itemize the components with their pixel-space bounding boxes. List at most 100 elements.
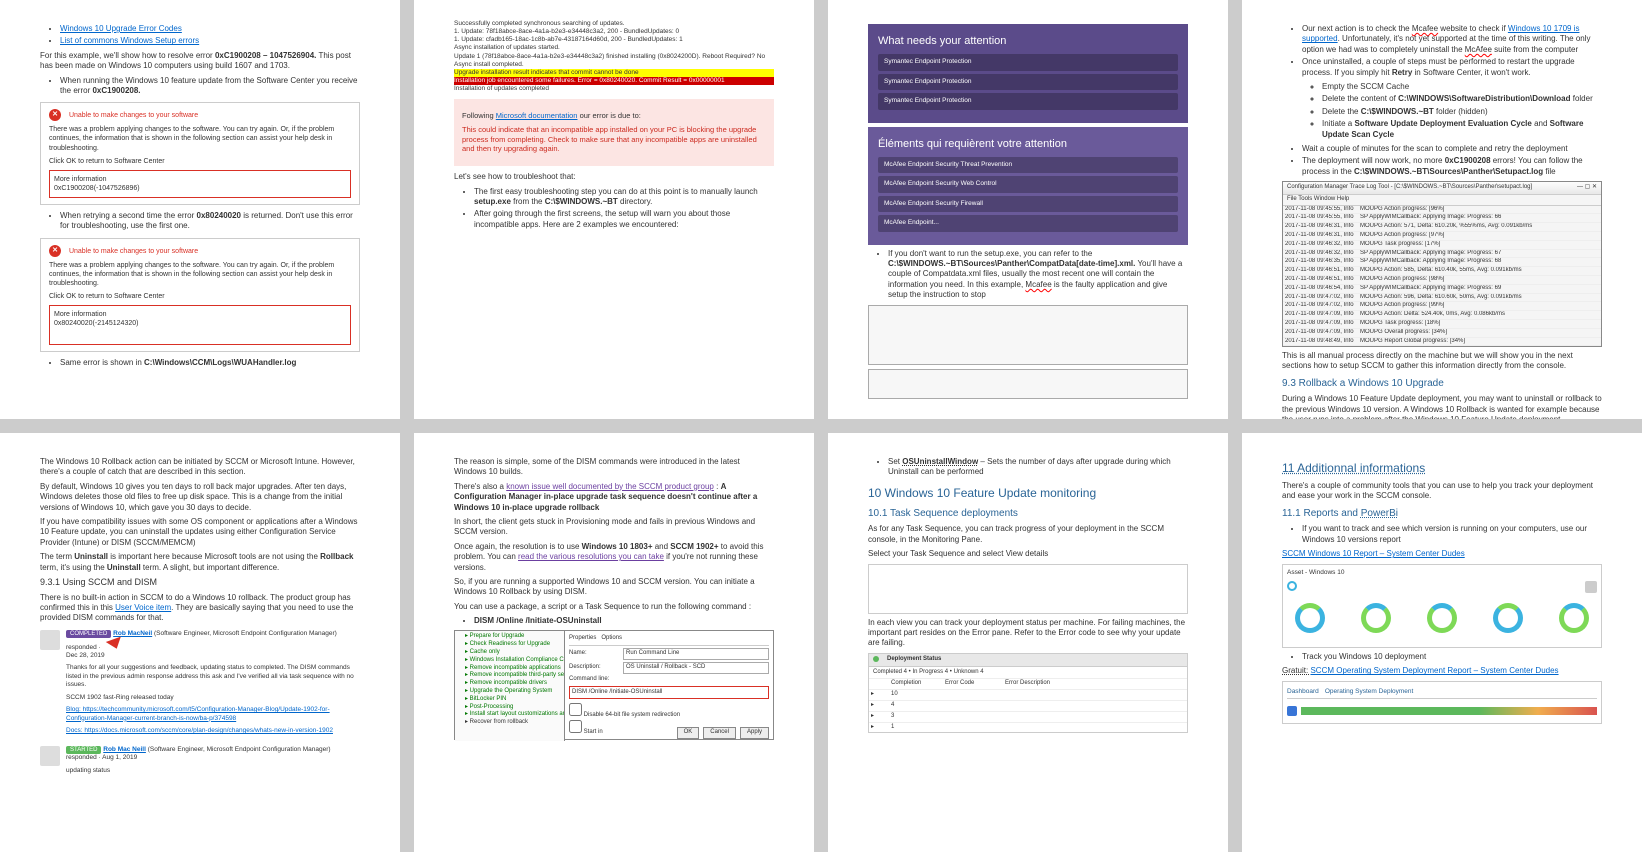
log-tool-body: 2017-11-08 09:45:55, InfoMOUPG Action pr… <box>1283 206 1601 346</box>
ts-tree-item[interactable]: ▸ Prepare for Upgrade <box>457 633 562 641</box>
ts-tree-item[interactable]: ▸ Remove incompatible applications <box>457 665 562 673</box>
attention-item: McAfee Endpoint Security Firewall <box>878 196 1178 212</box>
dism-reason: The reason is simple, some of the DISM c… <box>454 457 774 478</box>
resolutions-link[interactable]: read the various resolutions you can tak… <box>518 552 664 561</box>
log-tool-menu[interactable]: File Tools Window Help <box>1283 195 1601 206</box>
intro-text: For this example, we'll show how to reso… <box>40 51 360 72</box>
provisioning-note: In short, the client gets stuck in Provi… <box>454 517 774 538</box>
dash-tab-osd[interactable]: Operating System Deployment <box>1325 688 1414 696</box>
heading-11-1: 11.1 Reports and PowerBi <box>1282 507 1602 520</box>
ts-apply-button[interactable]: Apply <box>740 727 769 739</box>
powerbi-dashboard-2: Dashboard Operating System Deployment <box>1282 681 1602 724</box>
dash-title: Asset - Windows 10 <box>1287 569 1597 577</box>
attention-title-en: What needs your attention <box>878 34 1178 48</box>
ts-desc-field[interactable]: OS Uninstall / Rollback - SCD <box>623 662 769 674</box>
avatar <box>40 630 60 650</box>
xml-preview-2 <box>868 369 1188 399</box>
ts-tree-item[interactable]: ▸ Check Readiness for Upgrade <box>457 641 562 649</box>
log-block: Successfully completed synchronous searc… <box>454 20 774 93</box>
heading-11: 11 Additionnal informations <box>1282 461 1602 477</box>
bullet-restart-steps: Once uninstalled, a couple of steps must… <box>1302 57 1602 140</box>
heading-10: 10 Windows 10 Feature Update monitoring <box>868 486 1188 502</box>
log-tool-title: Configuration Manager Trace Log Tool - [… <box>1287 184 1532 192</box>
red-arrow-icon <box>105 636 123 651</box>
ts-ok-button[interactable]: OK <box>677 727 700 739</box>
attention-item: Symantec Endpoint Protection <box>878 93 1178 109</box>
page-4: Our next action is to check the Mcafee w… <box>1242 0 1642 419</box>
ts-cmd-field[interactable]: DISM /Online /Initiate-OSUninstall <box>572 689 766 697</box>
bullet-same-error: Same error is shown in C:\Windows\CCM\Lo… <box>60 358 360 368</box>
ts-tree-item[interactable]: ▸ Recover from rollback <box>457 719 562 727</box>
attention-item: McAfee Endpoint Security Threat Preventi… <box>878 157 1178 173</box>
ts-tree-item[interactable]: ▸ Cache only <box>457 649 562 657</box>
bullet-win10-report: If you want to track and see which versi… <box>1302 524 1602 545</box>
ms-documentation-link[interactable]: Microsoft documentation <box>496 111 578 120</box>
ts-tree-item[interactable]: ▸ BitLocker PIN <box>457 696 562 704</box>
donut-chart <box>1559 603 1589 633</box>
window-controls[interactable]: — ▢ ✕ <box>1577 184 1597 192</box>
author-link-2[interactable]: Rob Mac Neill <box>103 746 146 753</box>
ts-properties: Properties Options Name:Run Command Line… <box>565 631 773 741</box>
powerbi-dashboard-1: Asset - Windows 10 <box>1282 564 1602 648</box>
link-common-setup-errors[interactable]: List of commons Windows Setup errors <box>60 36 199 45</box>
known-issue: There's also a known issue well document… <box>454 482 774 513</box>
ts-tree-item[interactable]: ▸ Remove incompatible third-party securi… <box>457 672 562 680</box>
ts-tree[interactable]: ▸ Prepare for Upgrade▸ Check Readiness f… <box>455 631 565 741</box>
attention-item: Symantec Endpoint Protection <box>878 74 1178 90</box>
ts-tree-item[interactable]: ▸ Install start layout customizations an… <box>457 711 562 719</box>
win10-report-link[interactable]: SCCM Windows 10 Report – System Center D… <box>1282 549 1465 558</box>
error-icon: ✕ <box>49 109 61 121</box>
status-tabs[interactable]: Completed 4 • In Progress 4 • Unknown 4 <box>869 666 1187 679</box>
deployment-status-table: Deployment Status Completed 4 • In Progr… <box>868 653 1188 734</box>
post-date: Dec 28, 2019 <box>66 652 360 660</box>
post-body-2: updating status <box>66 767 360 775</box>
page-3: What needs your attention Symantec Endpo… <box>828 0 1228 419</box>
ts-cancel-button[interactable]: Cancel <box>703 727 736 739</box>
toolbar-icon[interactable] <box>1585 581 1597 593</box>
more-info-label-2: More information <box>54 310 346 319</box>
page-6: The reason is simple, some of the DISM c… <box>414 433 814 852</box>
status-title: Deployment Status <box>887 656 941 664</box>
refresh-icon[interactable] <box>1287 581 1297 591</box>
sub-delete-download: Delete the content of C:\WINDOWS\Softwar… <box>1322 94 1602 104</box>
chart-icon <box>1287 706 1297 716</box>
error-more-info-box-2: More information 0x80240020(-2145124320) <box>49 305 351 345</box>
post-body: Thanks for all your suggestions and feed… <box>66 664 360 689</box>
error-title: Unable to make changes to your software <box>69 112 198 119</box>
forum-post-2: STARTED Rob Mac Neill (Software Engineer… <box>40 746 360 780</box>
error-desc: There was a problem applying changes to … <box>49 125 351 152</box>
ts-tree-item[interactable]: ▸ Windows Installation Compliance Checke… <box>457 657 562 665</box>
osd-report-link[interactable]: SCCM Operating System Deployment Report … <box>1310 666 1558 675</box>
user-voice-link[interactable]: User Voice item <box>115 603 171 612</box>
page-1: Windows 10 Upgrade Error Codes List of c… <box>0 0 400 419</box>
ts-name-field[interactable]: Run Command Line <box>623 648 769 660</box>
ts-tree-item[interactable]: ▸ Upgrade the Operating System <box>457 688 562 696</box>
error-code-value: 0xC1900208(-1047526896) <box>54 184 346 193</box>
ts-checkbox-2[interactable] <box>569 720 582 733</box>
heading-9-3: 9.3 Rollback a Windows 10 Upgrade <box>1282 377 1602 390</box>
author-link[interactable]: Rob MacNeil <box>113 630 152 637</box>
lets-troubleshoot: Let's see how to troubleshoot that: <box>454 172 774 182</box>
ts-overview-table <box>868 564 1188 614</box>
attention-title-fr: Éléments qui requièrent votre attention <box>878 137 1178 151</box>
ts-checkbox-1[interactable] <box>569 703 582 716</box>
heading-9-3-1-text: There is no built-in action in SCCM to d… <box>40 593 360 624</box>
ts-tree-item[interactable]: ▸ Post-Processing <box>457 704 562 712</box>
ts-tree-item[interactable]: ▸ Remove incompatible drivers <box>457 680 562 688</box>
bullet-setup-exe: The first easy troubleshooting step you … <box>474 187 774 208</box>
log-tool-window: Configuration Manager Trace Log Tool - [… <box>1282 181 1602 347</box>
ts-monitoring-text: As for any Task Sequence, you can track … <box>868 524 1188 545</box>
page-5: The Windows 10 Rollback action can be in… <box>0 433 400 852</box>
docs-link[interactable]: Docs: https://docs.microsoft.com/sccm/co… <box>66 727 333 734</box>
bullet-wait: Wait a couple of minutes for the scan to… <box>1302 144 1602 154</box>
bullet-examples: After going through the first screens, t… <box>474 209 774 230</box>
link-upgrade-error-codes[interactable]: Windows 10 Upgrade Error Codes <box>60 24 182 33</box>
known-issue-link[interactable]: known issue well documented by the SCCM … <box>506 482 714 491</box>
blog-link[interactable]: Blog: https://techcommunity.microsoft.co… <box>66 706 330 721</box>
community-tools-text: There's a couple of community tools that… <box>1282 481 1602 502</box>
attention-item: McAfee Endpoint Security Web Control <box>878 176 1178 192</box>
dash-tab-dashboard[interactable]: Dashboard <box>1287 688 1319 696</box>
bullet-compat-xml: If you don't want to run the setup.exe, … <box>888 249 1188 301</box>
heading-10-1: 10.1 Task Sequence deployments <box>868 507 1188 520</box>
resolution-versions: Once again, the resolution is to use Win… <box>454 542 774 573</box>
